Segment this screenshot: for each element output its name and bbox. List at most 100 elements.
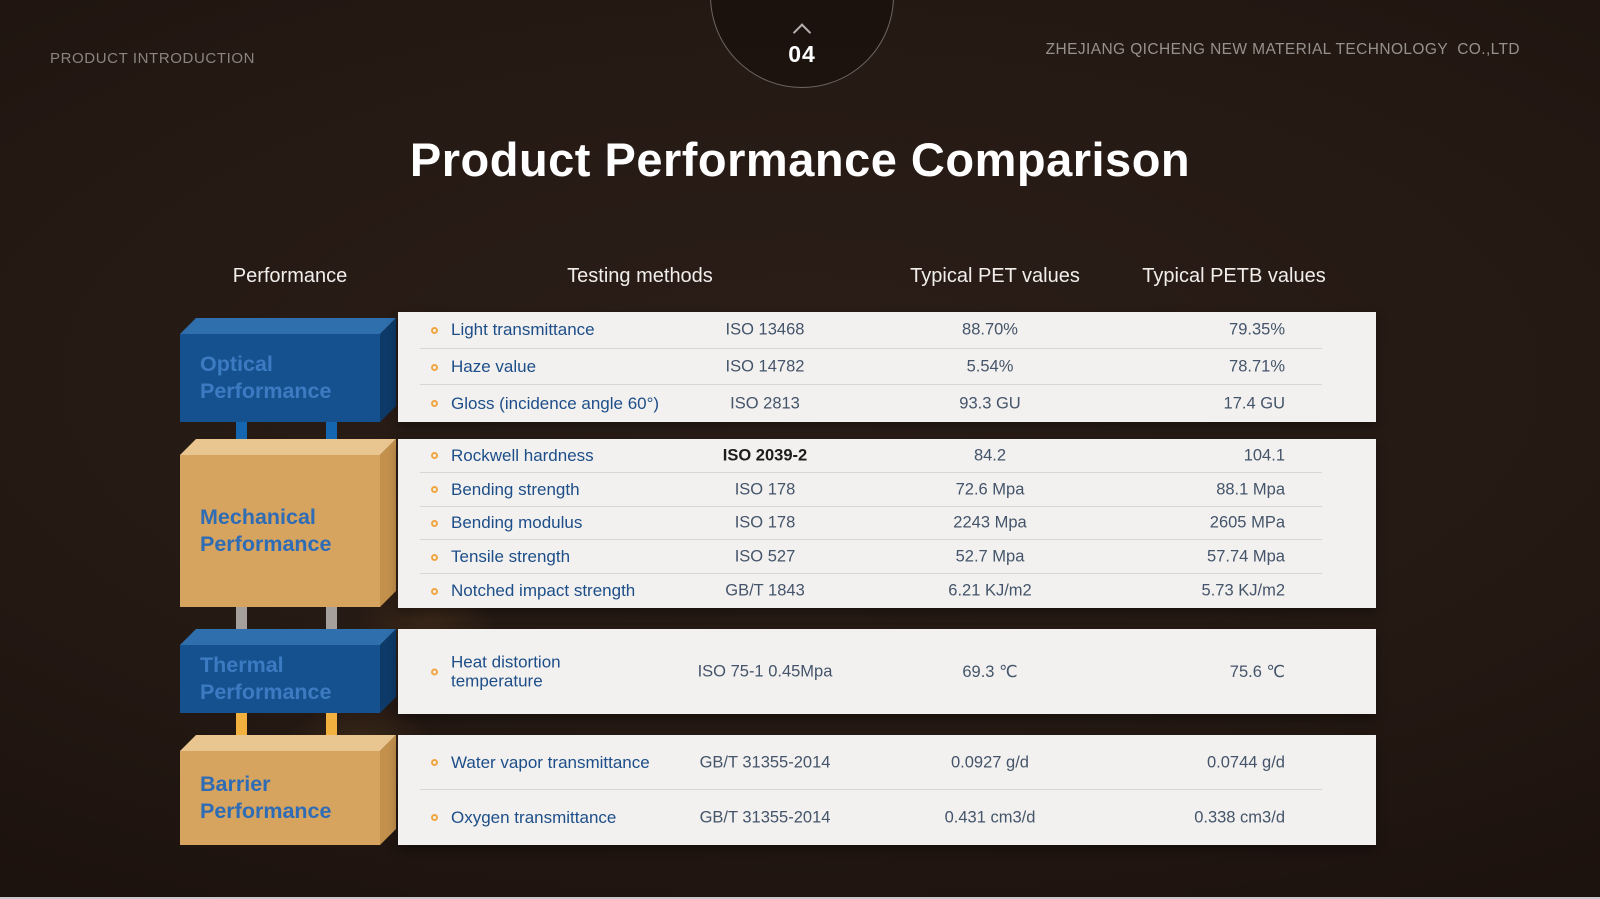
presentation-slide: PRODUCT INTRODUCTION ZHEJIANG QICHENG NE…: [0, 0, 1600, 899]
category-block-optical: Optical Performance: [180, 318, 396, 422]
bullet-circle-icon: [431, 554, 438, 561]
row-property: Light transmittance: [451, 320, 595, 340]
row-property: Bending strength: [451, 480, 580, 500]
page-indicator: 04: [710, 0, 894, 88]
row-pet-value: 72.6 Mpa: [890, 480, 1090, 499]
row-petb-value: 17.4 GU: [1085, 394, 1285, 413]
row-pet-value: 0.0927 g/d: [890, 753, 1090, 772]
row-property: Gloss (incidence angle 60°): [451, 394, 659, 414]
bullet-circle-icon: [431, 452, 438, 459]
row-testing-method: ISO 14782: [670, 358, 860, 377]
category-block-thermal: Thermal Performance: [180, 629, 396, 713]
company-name: ZHEJIANG QICHENG NEW MATERIAL TECHNOLOGY…: [1046, 41, 1520, 59]
row-testing-method: ISO 75-1 0.45Mpa: [670, 662, 860, 681]
table-row: Tensile strengthISO 52752.7 Mpa57.74 Mpa: [398, 540, 1376, 574]
table-row: Bending strengthISO 17872.6 Mpa88.1 Mpa: [398, 473, 1376, 507]
column-header-testing-methods: Testing methods: [540, 261, 740, 291]
row-testing-method: GB/T 31355-2014: [670, 808, 860, 827]
bullet-circle-icon: [431, 588, 438, 595]
row-property-cell: Bending modulus: [431, 513, 691, 533]
row-testing-method: ISO 2813: [670, 394, 860, 413]
block-top-face: [180, 318, 396, 334]
row-property: Tensile strength: [451, 547, 570, 567]
row-property: Heat distortion temperature: [451, 652, 601, 691]
row-property: Bending modulus: [451, 513, 582, 533]
block-top-face: [180, 629, 396, 645]
bullet-circle-icon: [431, 759, 438, 766]
section-eyebrow: PRODUCT INTRODUCTION: [50, 50, 255, 67]
page-number: 04: [711, 41, 893, 68]
row-property-cell: Heat distortion temperature: [431, 652, 691, 691]
row-property-cell: Bending strength: [431, 480, 691, 500]
row-pet-value: 5.54%: [890, 358, 1090, 377]
category-label: Thermal Performance: [200, 645, 360, 713]
row-pet-value: 52.7 Mpa: [890, 548, 1090, 567]
row-property: Rockwell hardness: [451, 446, 594, 466]
row-property-cell: Tensile strength: [431, 547, 691, 567]
block-side-face: [380, 735, 396, 845]
block-top-face: [180, 735, 396, 751]
table-group-thermal: Heat distortion temperature ISO 75-1 0.45…: [398, 629, 1376, 714]
category-block-mechanical: Mechanical Performance: [180, 439, 396, 607]
block-side-face: [380, 318, 396, 422]
column-header-performance: Performance: [180, 261, 400, 291]
row-pet-value: 6.21 KJ/m2: [890, 582, 1090, 601]
row-pet-value: 88.70%: [890, 321, 1090, 340]
row-testing-method: ISO 13468: [670, 321, 860, 340]
category-block-barrier: Barrier Performance: [180, 735, 396, 845]
table-row: Water vapor transmittance GB/T 31355-2014…: [398, 735, 1376, 790]
table-group-optical: Light transmittance ISO 13468 88.70%79.35%…: [398, 312, 1376, 422]
row-petb-value: 75.6 ℃: [1085, 662, 1285, 682]
row-pet-value: 2243 Mpa: [890, 514, 1090, 533]
column-header-pet-values: Typical PET values: [895, 261, 1095, 291]
row-property-cell: Notched impact strength: [431, 581, 691, 601]
row-pet-value: 93.3 GU: [890, 394, 1090, 413]
table-row: Light transmittance ISO 13468 88.70%79.35%: [398, 312, 1376, 349]
row-petb-value: 0.338 cm3/d: [1085, 808, 1285, 827]
table-row: Haze value ISO 14782 5.54%78.71%: [398, 349, 1376, 386]
row-property: Haze value: [451, 357, 536, 377]
table-group-mechanical: Rockwell hardness ISO 2039-2 84.2104.1 Bend…: [398, 439, 1376, 608]
row-property-cell: Water vapor transmittance: [431, 753, 691, 773]
table-row: Bending modulus ISO 178 2243 Mpa2605 MPa: [398, 507, 1376, 541]
bullet-circle-icon: [431, 364, 438, 371]
column-header-petb-values: Typical PETB values: [1134, 261, 1334, 291]
row-property-cell: Rockwell hardness: [431, 446, 691, 466]
category-label: Barrier Performance: [200, 751, 360, 845]
row-petb-value: 79.35%: [1085, 321, 1285, 340]
bullet-circle-icon: [431, 814, 438, 821]
page-title: Product Performance Comparison: [0, 132, 1600, 187]
row-testing-method: ISO 527: [670, 548, 860, 567]
row-petb-value: 2605 MPa: [1085, 514, 1285, 533]
bullet-circle-icon: [431, 668, 438, 675]
row-testing-method: GB/T 31355-2014: [670, 753, 860, 772]
row-petb-value: 0.0744 g/d: [1085, 753, 1285, 772]
row-testing-method: ISO 2039-2: [670, 446, 860, 465]
table-row: Heat distortion temperature ISO 75-1 0.45…: [398, 629, 1376, 714]
row-property: Water vapor transmittance: [451, 753, 650, 773]
row-property-cell: Oxygen transmittance: [431, 808, 691, 828]
row-pet-value: 69.3 ℃: [890, 662, 1090, 682]
row-testing-method: GB/T 1843: [670, 582, 860, 601]
row-property: Notched impact strength: [451, 581, 635, 601]
table-row: Gloss (incidence angle 60°) ISO 2813 93.3 …: [398, 385, 1376, 422]
bullet-circle-icon: [431, 327, 438, 334]
block-top-face: [180, 439, 396, 455]
row-property: Oxygen transmittance: [451, 808, 616, 828]
bullet-circle-icon: [431, 400, 438, 407]
bullet-circle-icon: [431, 520, 438, 527]
row-pet-value: 0.431 cm3/d: [890, 808, 1090, 827]
table-group-barrier: Water vapor transmittance GB/T 31355-2014…: [398, 735, 1376, 845]
bullet-circle-icon: [431, 486, 438, 493]
chevron-up-icon: [793, 23, 811, 41]
category-label: Mechanical Performance: [200, 455, 360, 607]
row-property-cell: Light transmittance: [431, 320, 691, 340]
row-property-cell: Gloss (incidence angle 60°): [431, 394, 691, 414]
row-pet-value: 84.2: [890, 446, 1090, 465]
row-petb-value: 5.73 KJ/m2: [1085, 582, 1285, 601]
row-testing-method: ISO 178: [670, 514, 860, 533]
block-side-face: [380, 439, 396, 607]
row-petb-value: 78.71%: [1085, 358, 1285, 377]
row-petb-value: 104.1: [1085, 446, 1285, 465]
table-row: Oxygen transmittance GB/T 31355-2014 0.431…: [398, 790, 1376, 845]
